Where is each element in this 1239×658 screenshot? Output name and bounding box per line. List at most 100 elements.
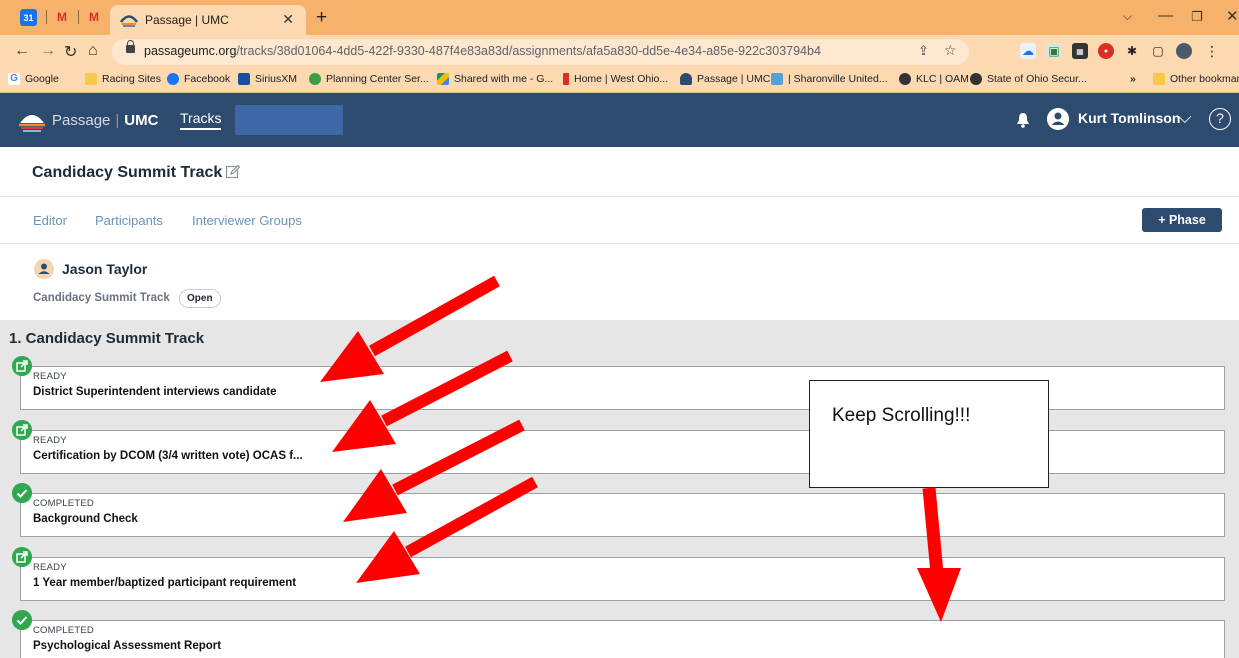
tab-separator (46, 10, 47, 24)
tab-search-chevron-icon[interactable]: ⌵ (1123, 9, 1132, 24)
launch-icon[interactable] (12, 547, 32, 567)
bookmark-racing-sites[interactable]: Racing Sites (85, 73, 161, 85)
gmail-icon[interactable]: M (52, 7, 72, 27)
passage-logo[interactable]: Passage | UMC (18, 107, 158, 133)
sub-navigation: Editor Participants Interviewer Groups +… (0, 197, 1239, 244)
step-card[interactable]: COMPLETED Psychological Assessment Repor… (20, 620, 1225, 658)
tab-separator (78, 10, 79, 24)
close-icon[interactable]: ✕ (282, 11, 294, 28)
bookmark-label: Google (25, 73, 59, 85)
bookmark-klc-oam[interactable]: KLC | OAM (899, 73, 969, 85)
phase-panel: 1. Candidacy Summit Track READY District… (0, 320, 1239, 658)
reload-icon[interactable]: ↻ (64, 42, 77, 62)
bookmark-west-ohio[interactable]: Home | West Ohio... (563, 73, 668, 85)
phase-title: 1. Candidacy Summit Track (9, 330, 205, 347)
participant-header: Jason Taylor Candidacy Summit Track Open (0, 244, 1239, 320)
gmail-icon[interactable]: M (84, 7, 104, 27)
help-icon[interactable]: ? (1209, 108, 1231, 130)
step-status: COMPLETED (33, 625, 94, 636)
cross-flame-icon (563, 73, 569, 85)
bookmark-ohio-security[interactable]: State of Ohio Secur... (970, 73, 1087, 85)
tab-interviewer-groups[interactable]: Interviewer Groups (192, 213, 302, 228)
bookmark-label: SiriusXM (255, 73, 298, 85)
church-icon (771, 73, 783, 85)
extension-icon[interactable]: ▣ (1046, 43, 1062, 59)
user-icon[interactable] (1047, 108, 1069, 130)
tab-participants[interactable]: Participants (95, 213, 163, 228)
status-badge: Open (179, 289, 221, 308)
logo-separator: | (115, 111, 120, 129)
step-card[interactable]: READY 1 Year member/baptized participant… (20, 557, 1225, 601)
nav-tracks[interactable]: Tracks (180, 110, 222, 130)
bookmark-label: Shared with me - G... (454, 73, 554, 85)
bookmark-planning-center[interactable]: Planning Center Ser... (309, 73, 429, 85)
bookmark-google[interactable]: G Google (8, 73, 59, 85)
annotation-callout: Keep Scrolling!!! (809, 380, 1049, 488)
window-close-icon[interactable]: ✕ (1226, 7, 1239, 25)
bookmarks-bar: G Google Racing Sites Facebook SiriusXM P… (0, 68, 1239, 93)
side-panel-icon[interactable]: ▢ (1150, 43, 1166, 59)
launch-icon[interactable] (12, 356, 32, 376)
url-path: /tracks/38d01064-4dd5-422f-9330-487f4e83… (236, 44, 821, 58)
google-drive-icon (437, 73, 449, 85)
extensions-puzzle-icon[interactable]: ✱ (1124, 43, 1140, 59)
url-text: passageumc.org/tracks/38d01064-4dd5-422f… (144, 44, 821, 58)
edit-icon[interactable] (225, 164, 241, 180)
maximize-icon[interactable]: ❐ (1191, 9, 1203, 25)
passage-favicon-icon (680, 73, 692, 85)
bookmark-label: Passage | UMC (697, 73, 771, 85)
bookmark-passage-umc[interactable]: Passage | UMC (680, 73, 770, 85)
url-domain: passageumc.org (144, 44, 237, 58)
tab-passage-umc[interactable]: Passage | UMC ✕ (110, 5, 306, 35)
forward-icon[interactable]: → (40, 42, 56, 60)
more-bookmarks-button[interactable]: » (1130, 73, 1136, 85)
back-icon[interactable]: ← (14, 42, 30, 60)
calendar-icon[interactable]: 31 (20, 9, 37, 26)
bookmark-sharonville[interactable]: | Sharonville United... (771, 73, 888, 85)
passage-favicon-icon (120, 15, 138, 27)
step-status: READY (33, 562, 67, 573)
bell-icon[interactable] (1016, 112, 1030, 128)
url-input[interactable]: passageumc.org/tracks/38d01064-4dd5-422f… (112, 39, 969, 65)
add-phase-button[interactable]: + Phase (1142, 208, 1222, 232)
browser-menu-icon[interactable]: ⋮ (1204, 43, 1220, 59)
cloud-extension-icon[interactable]: ☁ (1020, 43, 1036, 59)
minimize-icon[interactable]: — (1158, 7, 1173, 24)
new-tab-icon[interactable]: + (316, 7, 327, 29)
chevron-down-icon[interactable]: ⌵ (1178, 107, 1192, 128)
bookmark-label: Home | West Ohio... (574, 73, 669, 85)
folder-icon (1153, 73, 1165, 85)
app-header: Passage | UMC Tracks Kurt Tomlinson ⌵ ? (0, 93, 1239, 147)
bookmark-facebook[interactable]: Facebook (167, 73, 230, 85)
launch-icon[interactable] (12, 420, 32, 440)
planning-center-icon (309, 73, 321, 85)
participant-name: Jason Taylor (62, 261, 148, 277)
passage-logo-icon (19, 115, 45, 132)
adblock-extension-icon[interactable]: ● (1098, 43, 1114, 59)
bookmark-other[interactable]: Other bookmarks (1153, 73, 1239, 85)
user-name[interactable]: Kurt Tomlinson (1078, 110, 1180, 126)
share-icon[interactable]: ⇪ (918, 43, 929, 59)
profile-avatar-icon[interactable] (1176, 43, 1192, 59)
header-search-box[interactable] (235, 105, 343, 135)
step-title: Background Check (33, 513, 138, 525)
step-status: READY (33, 435, 67, 446)
bookmark-shared-drive[interactable]: Shared with me - G... (437, 73, 553, 85)
bookmark-siriusxm[interactable]: SiriusXM (238, 73, 297, 85)
participant-track: Candidacy Summit Track (33, 292, 170, 304)
globe-icon (970, 73, 982, 85)
logo-umc: UMC (124, 111, 159, 129)
home-icon[interactable]: ⌂ (88, 42, 98, 60)
globe-icon (899, 73, 911, 85)
step-card[interactable]: COMPLETED Background Check (20, 493, 1225, 537)
off-extension-icon[interactable]: ▦ (1072, 43, 1088, 59)
check-icon (12, 483, 32, 503)
bookmark-label: Other bookmarks (1170, 73, 1239, 85)
folder-icon (85, 73, 97, 85)
step-status: READY (33, 371, 67, 382)
star-icon[interactable]: ☆ (944, 42, 957, 59)
logo-text: Passage (52, 111, 111, 129)
step-title: Psychological Assessment Report (33, 640, 222, 652)
tab-editor[interactable]: Editor (33, 213, 67, 228)
google-icon: G (8, 73, 20, 85)
